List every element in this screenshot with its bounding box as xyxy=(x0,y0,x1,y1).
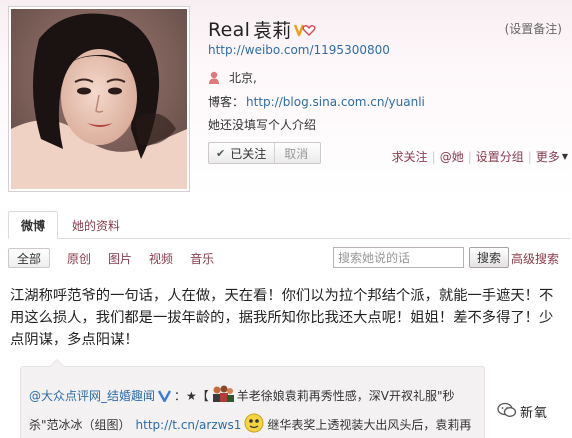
smiley-icon xyxy=(243,413,265,436)
divider: | xyxy=(467,149,472,164)
avatar-photo xyxy=(11,9,187,189)
repost-author-link[interactable]: @大众点评网_结婚趣闻 xyxy=(29,387,155,404)
repost-line-1: @大众点评网_结婚趣闻 ：★【 羊老徐娘袁莉再秀性感，深V开衩礼服"秒 xyxy=(29,385,455,406)
profile-name-cjk: 袁莉 xyxy=(253,20,292,42)
filter-all-button[interactable]: 全部 xyxy=(8,248,51,268)
profile-header: Real 袁莉 (设置备注) http://weibo.com/11953008… xyxy=(0,0,572,205)
profile-name-latin: Real xyxy=(208,18,251,41)
divider: | xyxy=(431,149,436,164)
repost-text-2: 杀"范冰冰（组图） xyxy=(29,418,131,432)
filter-music[interactable]: 音乐 xyxy=(190,250,214,267)
repost-text-1: 羊老徐娘袁莉再秀性感，深V开衩礼服"秒 xyxy=(236,389,455,403)
check-icon: ✔ xyxy=(216,146,226,160)
wechat-logo-icon xyxy=(497,402,517,421)
verified-v-icon xyxy=(158,389,172,402)
verified-heart-icon[interactable] xyxy=(294,23,316,37)
ask-follow-link[interactable]: 求关注 xyxy=(392,148,428,165)
user-location-icon xyxy=(208,71,220,85)
blog-url-link[interactable]: http://blog.sina.com.cn/yuanli xyxy=(246,95,425,109)
post-text: 江湖称呼范爷的一句话，人在做，天在看！你们以为拉个邦结个派，就能一手遮天！不用这… xyxy=(10,288,554,348)
repost-text-3: 继华表奖上透视装大出风头后，袁莉再 xyxy=(267,418,472,432)
watermark-text: 新氧 xyxy=(520,406,549,421)
location-text: 北京, xyxy=(229,71,257,85)
blog-row: 博客： http://blog.sina.com.cn/yuanli xyxy=(208,93,425,110)
follow-control: ✔ 已关注 取消 xyxy=(208,142,322,164)
profile-url-link[interactable]: http://weibo.com/1195300800 xyxy=(208,43,390,57)
blog-label: 博客： xyxy=(208,95,245,109)
profile-tabs: 微博 她的资料 xyxy=(8,211,570,239)
reposted-weibo: @大众点评网_结婚趣闻 ：★【 羊老徐娘袁莉再秀性感，深V开衩礼服"秒 杀"范冰… xyxy=(20,359,485,438)
mention-link[interactable]: @她 xyxy=(440,148,464,165)
tab-weibo[interactable]: 微博 xyxy=(8,211,59,239)
tab-her-profile[interactable]: 她的资料 xyxy=(58,211,134,239)
set-group-link[interactable]: 设置分组 xyxy=(476,148,524,165)
chevron-down-icon[interactable]: ▼ xyxy=(562,152,568,161)
filter-original[interactable]: 原创 xyxy=(67,250,91,267)
followed-status-button[interactable]: ✔ 已关注 xyxy=(209,143,276,163)
repost-short-link[interactable]: http://t.cn/arzws1 xyxy=(136,418,242,432)
repost-pointer xyxy=(49,359,65,367)
profile-intro: 她还没填写个人介绍 xyxy=(208,118,317,132)
watermark: 新氧 xyxy=(497,402,548,421)
profile-actions: 求关注 | @她 | 设置分组 | 更多 ▼ xyxy=(392,148,568,165)
set-remark-link[interactable]: (设置备注) xyxy=(505,20,562,37)
repost-line-2: 杀"范冰冰（组图） http://t.cn/arzws1 继华表奖上透视装大出风… xyxy=(29,413,471,436)
feed-filter-bar: 全部 原创 图片 视频 音乐 搜索 高级搜索 xyxy=(8,246,570,270)
unfollow-button[interactable]: 取消 xyxy=(275,143,320,163)
search-input[interactable] xyxy=(333,247,464,268)
more-link[interactable]: 更多 xyxy=(536,148,560,165)
profile-name: Real 袁莉 xyxy=(208,16,316,43)
divider: | xyxy=(527,149,532,164)
location-row: 北京, xyxy=(208,69,257,86)
repost-prefix: ：★【 xyxy=(174,389,209,403)
filter-pictures[interactable]: 图片 xyxy=(108,250,132,267)
filter-videos[interactable]: 视频 xyxy=(149,250,173,267)
search-button[interactable]: 搜索 xyxy=(469,247,509,268)
group-people-icon xyxy=(211,385,235,406)
avatar[interactable] xyxy=(8,6,190,192)
advanced-search-link[interactable]: 高级搜索 xyxy=(511,250,559,267)
followed-label: 已关注 xyxy=(230,146,267,161)
